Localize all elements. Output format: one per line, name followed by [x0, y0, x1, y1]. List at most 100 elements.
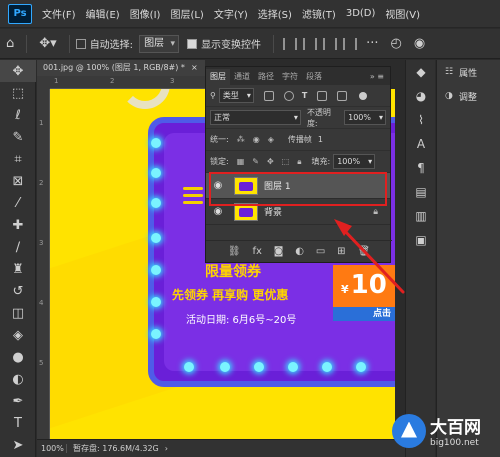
paragraph-panel-icon[interactable]: ¶ — [406, 156, 436, 180]
align-right-icon[interactable] — [323, 37, 338, 50]
scratch-info: 暂存盘: 176.6M/4.32G — [73, 444, 159, 453]
unify-visibility-icon[interactable]: ◉ — [253, 135, 260, 144]
unify-row: 统一: ⁂ ◉ ◈ 传播帧 1 — [206, 129, 390, 151]
lock-artboard-icon[interactable]: ⬚ — [282, 157, 290, 166]
show-transform-label: 显示变换控件 — [201, 40, 262, 51]
adjustment-icon[interactable]: ◐ — [295, 246, 304, 257]
quick-select-tool-icon[interactable]: ✎ — [0, 126, 36, 148]
unify-label: 统一: — [210, 135, 229, 144]
clone-stamp-tool-icon[interactable]: ♜ — [0, 258, 36, 280]
align-left-icon[interactable] — [283, 37, 298, 50]
eyedropper-tool-icon[interactable]: ⁄ — [0, 192, 36, 214]
fill-label: 填充: — [311, 157, 331, 166]
menu-view[interactable]: 视图(V) — [385, 6, 420, 21]
path-select-tool-icon[interactable]: ➤ — [0, 434, 36, 456]
pen-tool-icon[interactable]: ✒ — [0, 390, 36, 412]
panel-tabs: 图层 通道 路径 字符 段落 » ≡ — [206, 67, 390, 85]
frame-tool-icon[interactable]: ⊠ — [0, 170, 36, 192]
orbit-icon[interactable]: ◉ — [414, 36, 425, 51]
paths-panel-icon[interactable]: ⌇ — [406, 108, 436, 132]
options-bar: ⌂ ✥▾ 自动选择: 图层 显示变换控件 ··· ◴ ◉ — [0, 29, 500, 59]
filter-toggle[interactable] — [359, 91, 368, 100]
blend-mode-select[interactable]: 正常 — [210, 110, 301, 125]
adjustments-label: 调整 — [458, 92, 477, 103]
menu-layer[interactable]: 图层(L) — [170, 6, 203, 21]
mask-icon[interactable]: ◙ — [274, 246, 284, 257]
adjustments-panel-item[interactable]: ◑ 调整 — [437, 84, 500, 108]
home-icon[interactable]: ⌂ — [6, 36, 14, 51]
menu-select[interactable]: 选择(S) — [258, 6, 292, 21]
move-tool-icon[interactable]: ✥ — [0, 60, 36, 82]
pixel-filter-icon[interactable] — [263, 90, 274, 101]
adjustment-filter-icon[interactable] — [283, 90, 294, 101]
lock-move-icon[interactable]: ✥ — [267, 157, 274, 166]
healing-brush-tool-icon[interactable]: ✚ — [0, 214, 36, 236]
kind-filter-select[interactable]: 类型 — [218, 88, 254, 103]
paint-bucket-tool-icon[interactable]: ◈ — [0, 324, 36, 346]
type-tool-icon[interactable]: T — [0, 412, 36, 434]
character-panel-icon[interactable]: A — [406, 132, 436, 156]
brush-tool-icon[interactable]: ∕ — [0, 236, 36, 258]
auto-select-dropdown[interactable]: 图层 — [139, 34, 180, 53]
lock-transparent-icon[interactable]: ▦ — [237, 157, 245, 166]
eraser-tool-icon[interactable]: ◫ — [0, 302, 36, 324]
auto-select-label: 自动选择: — [89, 40, 134, 51]
opacity-input[interactable]: 100% — [344, 110, 386, 125]
properties-panel-item[interactable]: ☷ 属性 — [437, 60, 500, 84]
eye-icon[interactable]: ◉ — [210, 206, 226, 217]
tab-character[interactable]: 字符 — [278, 69, 302, 85]
lock-brush-icon[interactable]: ✎ — [252, 157, 259, 166]
menu-3d[interactable]: 3D(D) — [346, 8, 376, 19]
color-panel-icon[interactable]: ◕ — [406, 84, 436, 108]
swatches-panel-icon[interactable]: ▤ — [406, 180, 436, 204]
menu-image[interactable]: 图像(I) — [130, 6, 161, 21]
tab-layers[interactable]: 图层 — [206, 69, 230, 85]
light-bulb — [151, 329, 161, 339]
light-bulb — [184, 362, 194, 372]
fx-icon[interactable]: fx — [252, 246, 261, 257]
layer-name[interactable]: 背景 — [264, 205, 282, 218]
move-tool-icon[interactable]: ✥▾ — [39, 36, 56, 51]
3d-mode-icon[interactable]: ◴ — [390, 36, 401, 51]
panel-menu-icon[interactable]: » ≡ — [370, 69, 390, 85]
new-layer-icon[interactable]: ⊞ — [337, 246, 345, 257]
type-filter-icon[interactable]: T — [302, 91, 307, 100]
lasso-tool-icon[interactable]: ℓ — [0, 104, 36, 126]
trash-icon[interactable]: 🗑︎ — [357, 246, 370, 257]
shape-filter-icon[interactable] — [317, 90, 328, 101]
menu-file[interactable]: 文件(F) — [42, 6, 76, 21]
tab-paths[interactable]: 路径 — [254, 69, 278, 85]
menu-type[interactable]: 文字(Y) — [214, 6, 248, 21]
link-icon[interactable]: ⛓ — [228, 246, 241, 257]
history-panel-icon[interactable]: ▣ — [406, 228, 436, 252]
unify-position-icon[interactable]: ⁂ — [237, 135, 245, 144]
fill-input[interactable]: 100% — [333, 154, 376, 169]
tab-paragraph[interactable]: 段落 — [302, 69, 326, 85]
tab-channels[interactable]: 通道 — [230, 69, 254, 85]
menu-filter[interactable]: 滤镜(T) — [302, 6, 336, 21]
crop-tool-icon[interactable]: ⌗ — [0, 148, 36, 170]
auto-select-checkbox[interactable] — [75, 38, 86, 49]
tools-panel: ✥ ⬚ ℓ ✎ ⌗ ⊠ ⁄ ✚ ∕ ♜ ↺ ◫ ◈ ● ◐ ✒ T ➤ — [0, 60, 36, 457]
libraries-panel-icon[interactable]: ▥ — [406, 204, 436, 228]
lock-all-icon[interactable]: 🔒︎ — [297, 157, 301, 167]
align-center-icon[interactable] — [303, 37, 318, 50]
menu-edit[interactable]: 编辑(E) — [86, 6, 120, 21]
zoom-level[interactable]: 100% — [37, 444, 67, 453]
marquee-tool-icon[interactable]: ⬚ — [0, 82, 36, 104]
more-options-icon[interactable]: ··· — [366, 36, 378, 51]
history-brush-tool-icon[interactable]: ↺ — [0, 280, 36, 302]
dodge-tool-icon[interactable]: ◐ — [0, 368, 36, 390]
show-transform-checkbox[interactable] — [187, 38, 198, 49]
document-tab[interactable]: 001.jpg @ 100% (图层 1, RGB/8#) * × — [37, 60, 205, 76]
smart-object-filter-icon[interactable] — [337, 90, 348, 101]
align-top-icon[interactable] — [343, 37, 358, 50]
document-title: 001.jpg @ 100% (图层 1, RGB/8#) * — [43, 63, 185, 72]
lock-row: 锁定: ▦ ✎ ✥ ⬚ 🔒︎ 填充: 100% — [206, 151, 390, 173]
folder-icon[interactable]: ▭ — [316, 246, 325, 257]
close-tab-icon[interactable]: × — [191, 63, 198, 72]
layers-panel-icon[interactable]: ◆ — [406, 60, 436, 84]
unify-style-icon[interactable]: ◈ — [268, 135, 274, 144]
blur-tool-icon[interactable]: ● — [0, 346, 36, 368]
chevron-right-icon[interactable]: › — [165, 444, 168, 453]
